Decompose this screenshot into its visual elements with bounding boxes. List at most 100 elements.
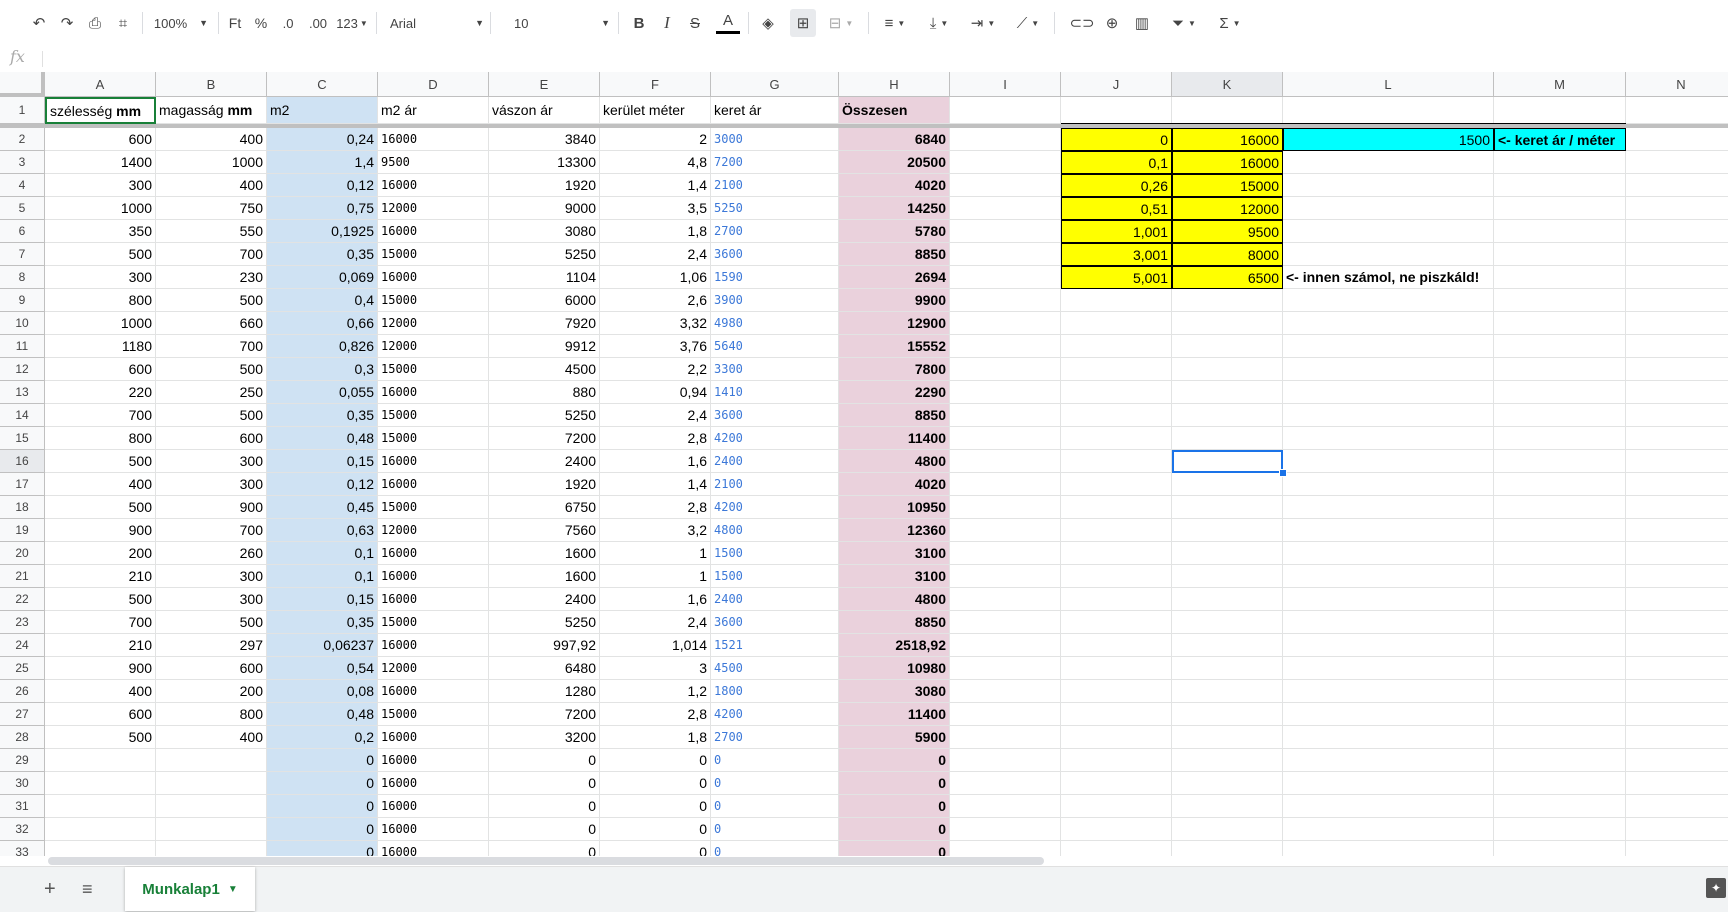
insert-link-icon[interactable]: ⊂⊃ bbox=[1069, 9, 1094, 37]
row-header[interactable]: 11 bbox=[0, 335, 45, 358]
grid-cell[interactable] bbox=[1626, 450, 1728, 473]
row-header[interactable]: 22 bbox=[0, 588, 45, 611]
area-price-cell[interactable]: 15000 bbox=[378, 243, 489, 266]
width-cell[interactable]: 210 bbox=[45, 634, 156, 657]
grid-cell[interactable] bbox=[950, 381, 1061, 404]
fill-color-icon[interactable]: ◈ bbox=[756, 9, 780, 37]
grid-cell[interactable] bbox=[950, 151, 1061, 174]
height-cell[interactable]: 600 bbox=[156, 427, 267, 450]
area-cell[interactable]: 0,12 bbox=[267, 473, 378, 496]
width-cell[interactable]: 600 bbox=[45, 128, 156, 151]
column-header[interactable]: G bbox=[711, 72, 839, 97]
lookup-threshold-cell[interactable]: 0 bbox=[1061, 128, 1172, 151]
row-header[interactable]: 16 bbox=[0, 450, 45, 473]
width-cell[interactable]: 900 bbox=[45, 519, 156, 542]
grid-cell[interactable] bbox=[950, 841, 1061, 856]
column-header[interactable]: I bbox=[950, 72, 1061, 97]
grid-cell[interactable] bbox=[1283, 795, 1494, 818]
grid-cell[interactable] bbox=[950, 174, 1061, 197]
total-cell[interactable]: 3100 bbox=[839, 542, 950, 565]
frame-price-cell[interactable]: 1500 bbox=[711, 565, 839, 588]
canvas-price-cell[interactable]: 1920 bbox=[489, 473, 600, 496]
height-cell[interactable] bbox=[156, 749, 267, 772]
grid-cell[interactable] bbox=[1061, 565, 1172, 588]
frame-price-cell[interactable]: 2700 bbox=[711, 220, 839, 243]
grid-cell[interactable] bbox=[950, 611, 1061, 634]
frame-price-cell[interactable]: 1590 bbox=[711, 266, 839, 289]
grid-cell[interactable] bbox=[1283, 703, 1494, 726]
perimeter-cell[interactable]: 2,4 bbox=[600, 611, 711, 634]
grid-cell[interactable] bbox=[1494, 358, 1626, 381]
perimeter-cell[interactable]: 2,4 bbox=[600, 404, 711, 427]
lookup-price-cell[interactable]: 16000 bbox=[1172, 128, 1283, 151]
grid-cell[interactable] bbox=[1061, 680, 1172, 703]
width-cell[interactable]: 400 bbox=[45, 680, 156, 703]
grid-cell[interactable] bbox=[1061, 726, 1172, 749]
area-price-cell[interactable]: 16000 bbox=[378, 266, 489, 289]
area-cell[interactable]: 0,055 bbox=[267, 381, 378, 404]
grid-cell[interactable] bbox=[1494, 220, 1626, 243]
perimeter-cell[interactable]: 1,8 bbox=[600, 726, 711, 749]
grid-cell[interactable] bbox=[1172, 749, 1283, 772]
area-cell[interactable]: 0 bbox=[267, 749, 378, 772]
grid-cell[interactable] bbox=[950, 519, 1061, 542]
merge-cells-icon[interactable]: ⊟ ▼ bbox=[822, 9, 860, 37]
grid-cell[interactable] bbox=[950, 128, 1061, 151]
grid-cell[interactable] bbox=[1626, 243, 1728, 266]
grid-cell[interactable] bbox=[1283, 97, 1494, 124]
total-cell[interactable]: 8850 bbox=[839, 611, 950, 634]
area-cell[interactable]: 0 bbox=[267, 818, 378, 841]
column-header[interactable]: E bbox=[489, 72, 600, 97]
grid-cell[interactable] bbox=[1494, 450, 1626, 473]
area-price-cell[interactable]: 16000 bbox=[378, 726, 489, 749]
lookup-threshold-cell[interactable]: 3,001 bbox=[1061, 243, 1172, 266]
total-cell[interactable]: 5900 bbox=[839, 726, 950, 749]
width-cell[interactable] bbox=[45, 772, 156, 795]
area-cell[interactable]: 0,54 bbox=[267, 657, 378, 680]
formula-input[interactable] bbox=[50, 47, 1710, 69]
grid-cell[interactable] bbox=[1626, 703, 1728, 726]
print-icon[interactable]: ⎙ bbox=[84, 9, 106, 37]
perimeter-cell[interactable]: 0 bbox=[600, 772, 711, 795]
selected-cell[interactable] bbox=[1172, 450, 1283, 473]
height-cell[interactable]: 500 bbox=[156, 404, 267, 427]
height-cell[interactable]: 400 bbox=[156, 128, 267, 151]
text-wrap-icon[interactable]: ⇥ ▼ bbox=[964, 9, 1002, 37]
lookup-threshold-cell[interactable]: 0,51 bbox=[1061, 197, 1172, 220]
area-price-cell[interactable]: 16000 bbox=[378, 473, 489, 496]
grid-cell[interactable] bbox=[1626, 97, 1728, 124]
functions-icon[interactable]: Σ ▼ bbox=[1210, 9, 1250, 37]
canvas-price-cell[interactable]: 0 bbox=[489, 818, 600, 841]
area-price-cell[interactable]: 16000 bbox=[378, 588, 489, 611]
frame-price-cell[interactable]: 7200 bbox=[711, 151, 839, 174]
lookup-note[interactable]: <- innen számol, ne piszkáld! bbox=[1283, 266, 1494, 289]
grid-cell[interactable] bbox=[1626, 220, 1728, 243]
height-cell[interactable]: 200 bbox=[156, 680, 267, 703]
area-price-cell[interactable]: 16000 bbox=[378, 174, 489, 197]
grid-cell[interactable] bbox=[1494, 266, 1626, 289]
frame-price-cell[interactable]: 1800 bbox=[711, 680, 839, 703]
perimeter-cell[interactable]: 1,8 bbox=[600, 220, 711, 243]
frame-price-cell[interactable]: 2100 bbox=[711, 473, 839, 496]
frame-price-cell[interactable]: 4200 bbox=[711, 427, 839, 450]
grid-cell[interactable] bbox=[1061, 427, 1172, 450]
area-price-cell[interactable]: 15000 bbox=[378, 358, 489, 381]
grid-cell[interactable] bbox=[1283, 634, 1494, 657]
grid-cell[interactable] bbox=[1061, 818, 1172, 841]
grid-cell[interactable] bbox=[1172, 473, 1283, 496]
grid-cell[interactable] bbox=[1172, 841, 1283, 856]
area-price-cell[interactable]: 16000 bbox=[378, 795, 489, 818]
width-cell[interactable]: 700 bbox=[45, 404, 156, 427]
decrease-decimal-button[interactable]: .0 bbox=[276, 9, 300, 37]
grid-cell[interactable] bbox=[1283, 473, 1494, 496]
more-formats-button[interactable]: 123 ▼ bbox=[334, 9, 370, 37]
total-cell[interactable]: 8850 bbox=[839, 243, 950, 266]
grid-cell[interactable] bbox=[1494, 634, 1626, 657]
insert-comment-icon[interactable]: ⊕ bbox=[1100, 9, 1124, 37]
grid-cell[interactable] bbox=[950, 565, 1061, 588]
lookup-price-cell[interactable]: 15000 bbox=[1172, 174, 1283, 197]
grid-cell[interactable] bbox=[1283, 749, 1494, 772]
frame-price-cell[interactable]: 0 bbox=[711, 841, 839, 856]
bold-button[interactable]: B bbox=[628, 9, 650, 37]
grid-cell[interactable] bbox=[1172, 97, 1283, 124]
